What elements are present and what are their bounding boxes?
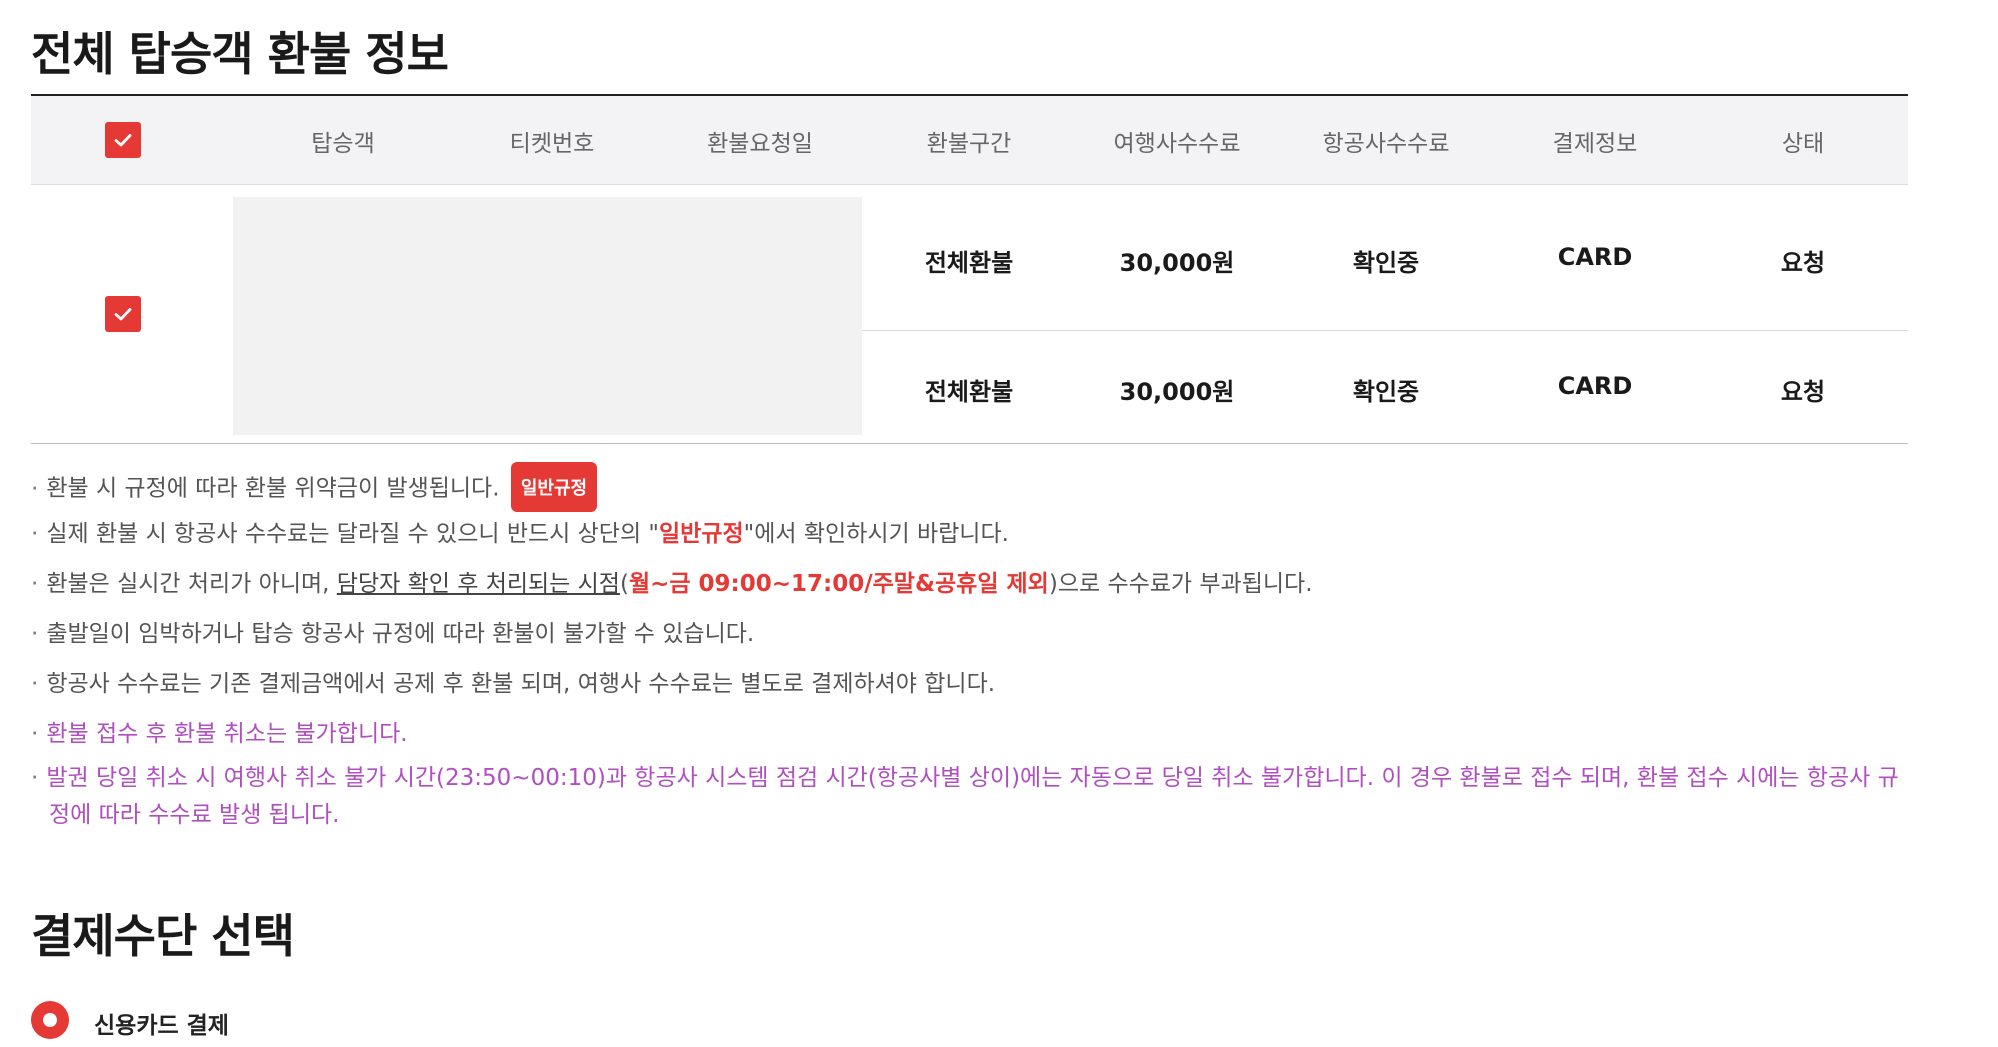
check-icon	[114, 134, 132, 147]
credit-card-label[interactable]: 신용카드 결제	[94, 1006, 229, 1040]
select-all-checkbox[interactable]	[105, 122, 141, 158]
notice-text: 출발일이 임박하거나 탑승 항공사 규정에 따라 환불이 불가할 수 있습니다.	[46, 621, 755, 647]
refund-segment-cell: 전체환불	[924, 249, 1014, 277]
general-rules-button[interactable]: 일반규정	[510, 462, 598, 512]
payment-info-cell: CARD	[1557, 372, 1633, 400]
processing-point-text: 담당자 확인 후 처리되는 시점	[336, 571, 620, 597]
notice-text: "에서 확인하시기 바랍니다.	[743, 521, 1009, 547]
column-header-refund-segment: 환불구간	[926, 131, 1012, 157]
notice-text: 실제 환불 시 항공사 수수료는 달라질 수 있으니 반드시 상단의 "	[46, 521, 660, 547]
column-header-passenger: 탑승객	[311, 131, 375, 157]
column-header-ticket-number: 티켓번호	[509, 131, 595, 157]
notice-text: (	[619, 571, 629, 597]
row-divider	[862, 330, 1908, 331]
column-header-status: 상태	[1781, 131, 1825, 157]
notice-no-cancel: · 환불 접수 후 환불 취소는 불가합니다.	[31, 721, 408, 747]
notice-text: )으로 수수료가 부과됩니다.	[1048, 571, 1313, 597]
page-title: 전체 탑승객 환불 정보	[31, 27, 449, 81]
refund-table-body: 전체환불 30,000원 확인중 CARD 요청 전체환불 30,000원 확인…	[31, 185, 1908, 444]
status-cell: 요청	[1780, 249, 1826, 277]
column-header-payment-info: 결제정보	[1552, 131, 1638, 157]
notice-text: 항공사 수수료는 기존 결제금액에서 공제 후 환불 되며, 여행사 수수료는 …	[46, 671, 996, 697]
payment-info-cell: CARD	[1557, 243, 1633, 271]
status-cell: 요청	[1780, 378, 1826, 406]
notice-fee-deduction: · 항공사 수수료는 기존 결제금액에서 공제 후 환불 되며, 여행사 수수료는…	[31, 671, 996, 697]
passenger-checkbox[interactable]	[105, 296, 141, 332]
airline-fee-cell: 확인중	[1352, 378, 1420, 406]
notice-text: 환불 시 규정에 따라 환불 위약금이 발생됩니다.	[46, 475, 500, 502]
agency-fee-cell: 30,000원	[1119, 249, 1235, 277]
notice-same-day-cancel: · 발권 당일 취소 시 여행사 취소 불가 시간(23:50~00:10)과 항…	[31, 760, 1908, 834]
radio-selected-icon	[43, 1013, 57, 1027]
general-rules-highlight: 일반규정	[659, 521, 744, 547]
check-icon	[114, 308, 132, 321]
column-header-agency-fee: 여행사수수료	[1113, 131, 1241, 157]
credit-card-radio[interactable]	[31, 1001, 69, 1039]
notice-airline-fee: · 실제 환불 시 항공사 수수료는 달라질 수 있으니 반드시 상단의 "일반규…	[31, 521, 1009, 547]
refund-segment-cell: 전체환불	[924, 378, 1014, 406]
column-header-request-date: 환불요청일	[707, 131, 813, 157]
agency-fee-cell: 30,000원	[1119, 378, 1235, 406]
column-header-airline-fee: 항공사수수료	[1322, 131, 1450, 157]
notice-penalty: · 환불 시 규정에 따라 환불 위약금이 발생됩니다. 일반규정	[31, 462, 598, 514]
notice-text: 정에 따라 수수료 발생 됩니다.	[49, 802, 340, 828]
notice-text: 환불은 실시간 처리가 아니며,	[46, 571, 337, 597]
notice-departure: · 출발일이 임박하거나 탑승 항공사 규정에 따라 환불이 불가할 수 있습니다…	[31, 621, 755, 647]
airline-fee-cell: 확인중	[1352, 249, 1420, 277]
notice-text: 환불 접수 후 환불 취소는 불가합니다.	[46, 721, 408, 747]
redacted-passenger-info	[233, 197, 862, 435]
business-hours-highlight: 월~금 09:00~17:00/주말&공휴일 제외	[628, 571, 1049, 597]
notice-text: 발권 당일 취소 시 여행사 취소 불가 시간(23:50~00:10)과 항공…	[46, 765, 1899, 791]
payment-method-title: 결제수단 선택	[31, 909, 295, 963]
refund-table-header: 탑승객 티켓번호 환불요청일 환불구간 여행사수수료 항공사수수료 결제정보 상…	[31, 96, 1908, 185]
notice-processing-time: · 환불은 실시간 처리가 아니며, 담당자 확인 후 처리되는 시점(월~금 0…	[31, 571, 1313, 597]
